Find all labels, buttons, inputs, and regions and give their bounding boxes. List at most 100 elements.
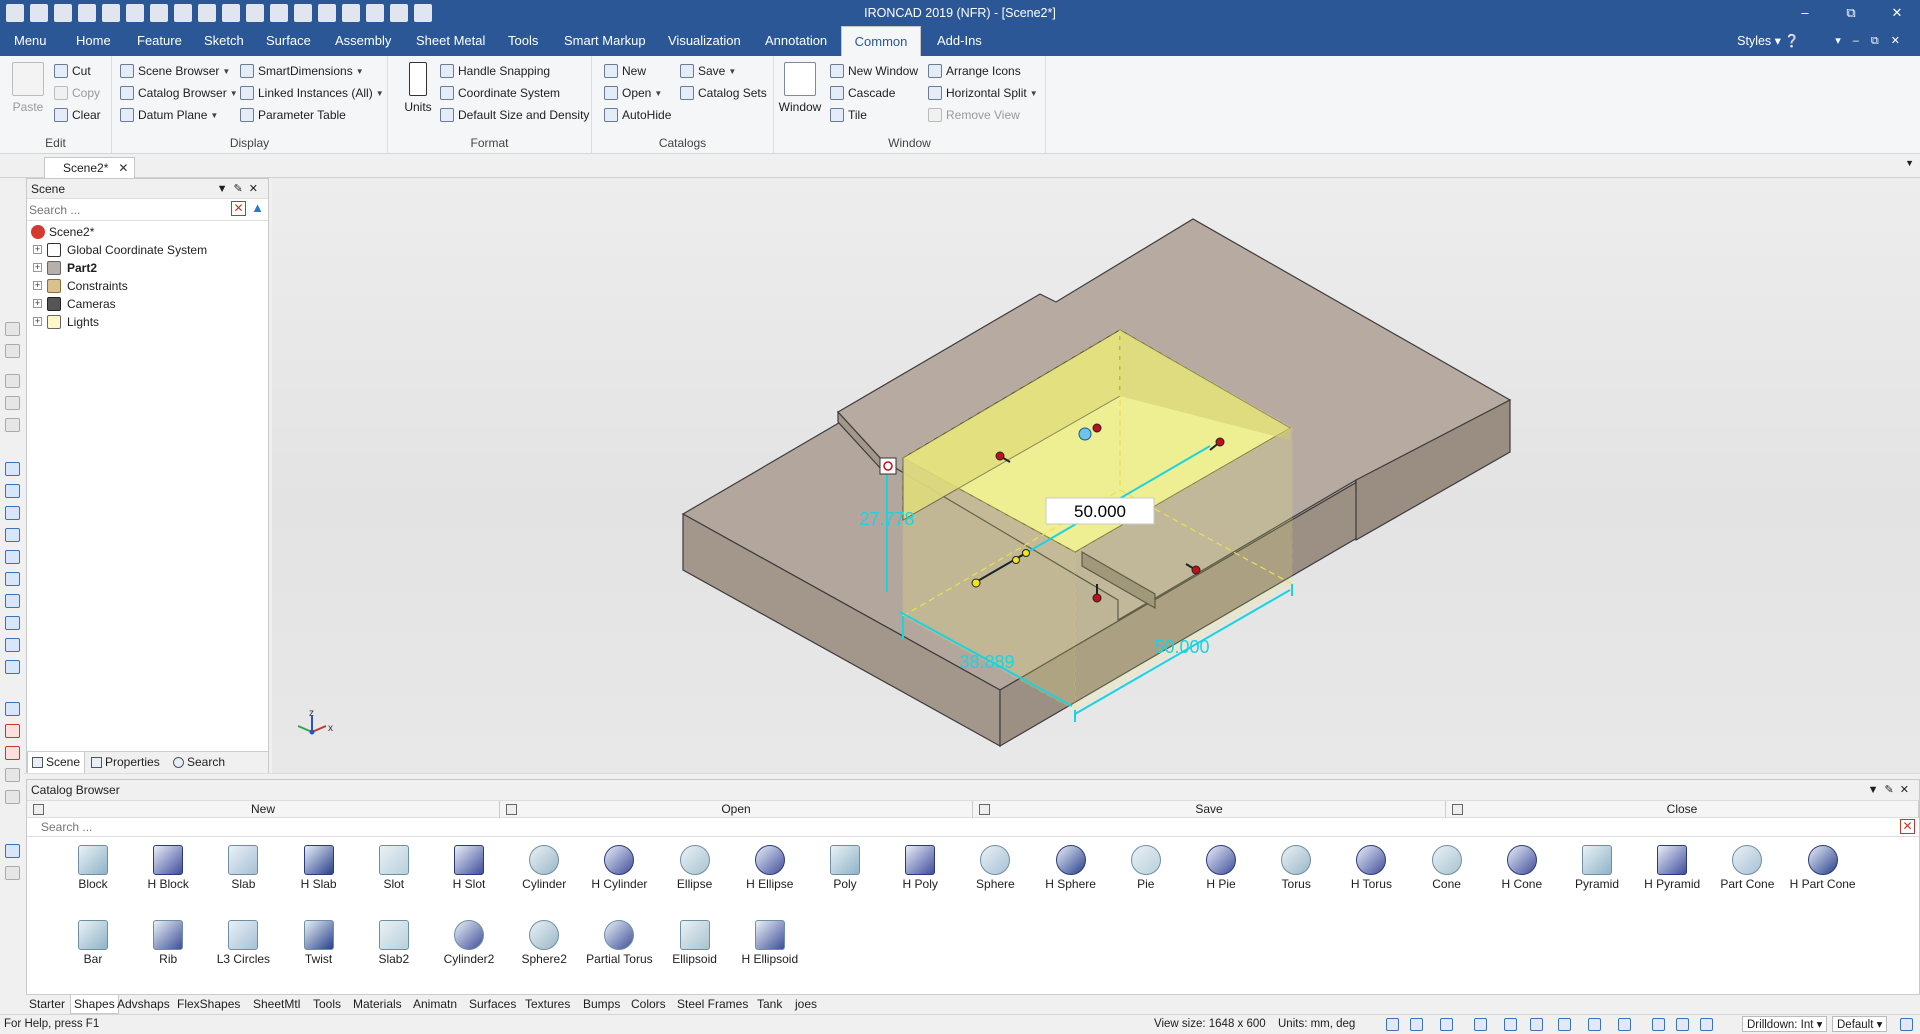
3d-viewport[interactable]: 50.000 27.778 38.889 50.000 z x: [272, 178, 1920, 773]
shape-item[interactable]: H Ellipsoid: [734, 920, 806, 966]
tool-icon-7[interactable]: [5, 484, 20, 498]
shape-item[interactable]: Cylinder2: [433, 920, 505, 966]
expand-icon[interactable]: +: [33, 263, 42, 272]
tool-icon-19[interactable]: [5, 768, 20, 782]
tool-icon-1[interactable]: [5, 322, 20, 336]
catalog-new-button[interactable]: New: [604, 61, 646, 81]
linked-instances-button[interactable]: Linked Instances (All) ▼: [240, 83, 384, 103]
catalog-tab[interactable]: Advshaps: [114, 995, 173, 1014]
tab-surface[interactable]: Surface: [258, 26, 319, 56]
catalog-tab[interactable]: Starter: [26, 995, 68, 1014]
shape-item[interactable]: Pyramid: [1561, 845, 1633, 891]
panel-tab-scene[interactable]: Scene: [27, 752, 85, 774]
tree-item-constraints[interactable]: + Constraints: [33, 277, 263, 295]
catalog-tab[interactable]: Surfaces: [466, 995, 519, 1014]
shape-item[interactable]: Pie: [1110, 845, 1182, 891]
catalog-search-input[interactable]: [41, 819, 541, 835]
catalog-save-button[interactable]: Save ▼: [680, 61, 736, 81]
scene-search-input[interactable]: [29, 201, 229, 219]
status-end-icon[interactable]: [1900, 1018, 1913, 1031]
tool-icon-16[interactable]: [5, 702, 20, 716]
shape-item[interactable]: Cone: [1411, 845, 1483, 891]
shape-item[interactable]: Part Cone: [1711, 845, 1783, 891]
shape-item[interactable]: H Cone: [1486, 845, 1558, 891]
tab-sheet-metal[interactable]: Sheet Metal: [408, 26, 493, 56]
tool-icon-11[interactable]: [5, 572, 20, 586]
tab-tools[interactable]: Tools: [500, 26, 546, 56]
close-window-button[interactable]: ✕: [1874, 0, 1920, 26]
tab-feature[interactable]: Feature: [129, 26, 190, 56]
shape-item[interactable]: H Block: [132, 845, 204, 891]
shape-item[interactable]: H Pyramid: [1636, 845, 1708, 891]
shape-item[interactable]: H Poly: [884, 845, 956, 891]
tab-common[interactable]: Common: [841, 26, 921, 56]
default-size-density-button[interactable]: Default Size and Density: [440, 105, 589, 125]
shading-icon[interactable]: [1530, 1018, 1543, 1031]
scene-panel-controls[interactable]: ▼✎✕: [217, 179, 264, 199]
panel-tab-search[interactable]: Search: [169, 752, 239, 774]
datum-plane-button[interactable]: Datum Plane ▼: [120, 105, 218, 125]
tab-smart-markup[interactable]: Smart Markup: [556, 26, 654, 56]
zoom-fit-icon[interactable]: [1410, 1018, 1423, 1031]
anchor-icon[interactable]: [879, 457, 897, 475]
minimize-button[interactable]: –: [1782, 0, 1828, 26]
catalog-tab[interactable]: Steel Frames: [674, 995, 751, 1014]
orbit-icon[interactable]: [1504, 1018, 1517, 1031]
tool-icon-2[interactable]: [5, 344, 20, 358]
expand-icon[interactable]: +: [33, 299, 42, 308]
tab-annotation[interactable]: Annotation: [757, 26, 835, 56]
snap-icon[interactable]: [1676, 1018, 1689, 1031]
tool-icon-12[interactable]: [5, 594, 20, 608]
tree-item-global-coordinate-system[interactable]: + Global Coordinate System: [33, 241, 263, 259]
shape-item[interactable]: Slot: [358, 845, 430, 891]
tab-add-ins[interactable]: Add-Ins: [929, 26, 990, 56]
doc-tab-scene2[interactable]: Scene2* ✕: [44, 157, 136, 178]
restore-button[interactable]: ⧉: [1828, 0, 1874, 26]
shape-item[interactable]: Bar: [57, 920, 129, 966]
tree-item-cameras[interactable]: + Cameras: [33, 295, 263, 313]
shape-item[interactable]: Torus: [1260, 845, 1332, 891]
shape-item[interactable]: Partial Torus: [583, 920, 655, 966]
catalog-tab[interactable]: Textures: [522, 995, 573, 1014]
shape-item[interactable]: Sphere: [959, 845, 1031, 891]
shape-item[interactable]: H Part Cone: [1787, 845, 1859, 891]
catalog-sets-button[interactable]: Catalog Sets: [680, 83, 767, 103]
catalog-browser-button[interactable]: Catalog Browser ▼: [120, 83, 238, 103]
tool-icon-21[interactable]: [5, 844, 20, 858]
default-style-select[interactable]: Default ▾: [1832, 1016, 1888, 1032]
tool-icon-3[interactable]: [5, 374, 20, 388]
shape-item[interactable]: H Ellipse: [734, 845, 806, 891]
tool-icon-8[interactable]: [5, 506, 20, 520]
drilldown-select[interactable]: Drilldown: Int ▾: [1742, 1016, 1828, 1032]
catalog-tab[interactable]: Animatn: [410, 995, 460, 1014]
window-button[interactable]: Window: [778, 62, 822, 114]
dimension-width-label[interactable]: 50.000: [1154, 637, 1209, 657]
display-icon[interactable]: [1588, 1018, 1601, 1031]
catalog-tab[interactable]: joes: [792, 995, 820, 1014]
catalog-close-bar-button[interactable]: Close: [1446, 801, 1919, 818]
handle-snapping-button[interactable]: Handle Snapping: [440, 61, 550, 81]
tile-button[interactable]: Tile: [830, 105, 867, 125]
catalog-panel-controls[interactable]: ▼✎✕: [1868, 780, 1915, 800]
help-icon[interactable]: ❔: [1784, 34, 1800, 48]
shape-item[interactable]: Poly: [809, 845, 881, 891]
new-window-button[interactable]: New Window: [830, 61, 918, 81]
tool-icon-9[interactable]: [5, 528, 20, 542]
catalog-tab[interactable]: Bumps: [580, 995, 623, 1014]
dimension-edit-value[interactable]: 50.000: [1074, 502, 1126, 521]
shape-item[interactable]: H Cylinder: [583, 845, 655, 891]
shape-item[interactable]: H Slab: [283, 845, 355, 891]
clear-button[interactable]: Clear: [54, 105, 101, 125]
shape-item[interactable]: Ellipsoid: [659, 920, 731, 966]
tool-icon-20[interactable]: [5, 790, 20, 804]
tool-icon-18[interactable]: [5, 746, 20, 760]
dimension-height-label[interactable]: 27.778: [859, 509, 914, 529]
cascade-button[interactable]: Cascade: [830, 83, 895, 103]
tab-assembly[interactable]: Assembly: [327, 26, 399, 56]
cut-button[interactable]: Cut: [54, 61, 91, 81]
shape-item[interactable]: H Torus: [1335, 845, 1407, 891]
mdi-window-controls[interactable]: ▾–⧉✕: [1835, 26, 1912, 56]
tool-icon-6[interactable]: [5, 462, 20, 476]
clear-search-icon[interactable]: ✕: [231, 201, 246, 216]
dimension-depth-label[interactable]: 38.889: [959, 652, 1014, 672]
